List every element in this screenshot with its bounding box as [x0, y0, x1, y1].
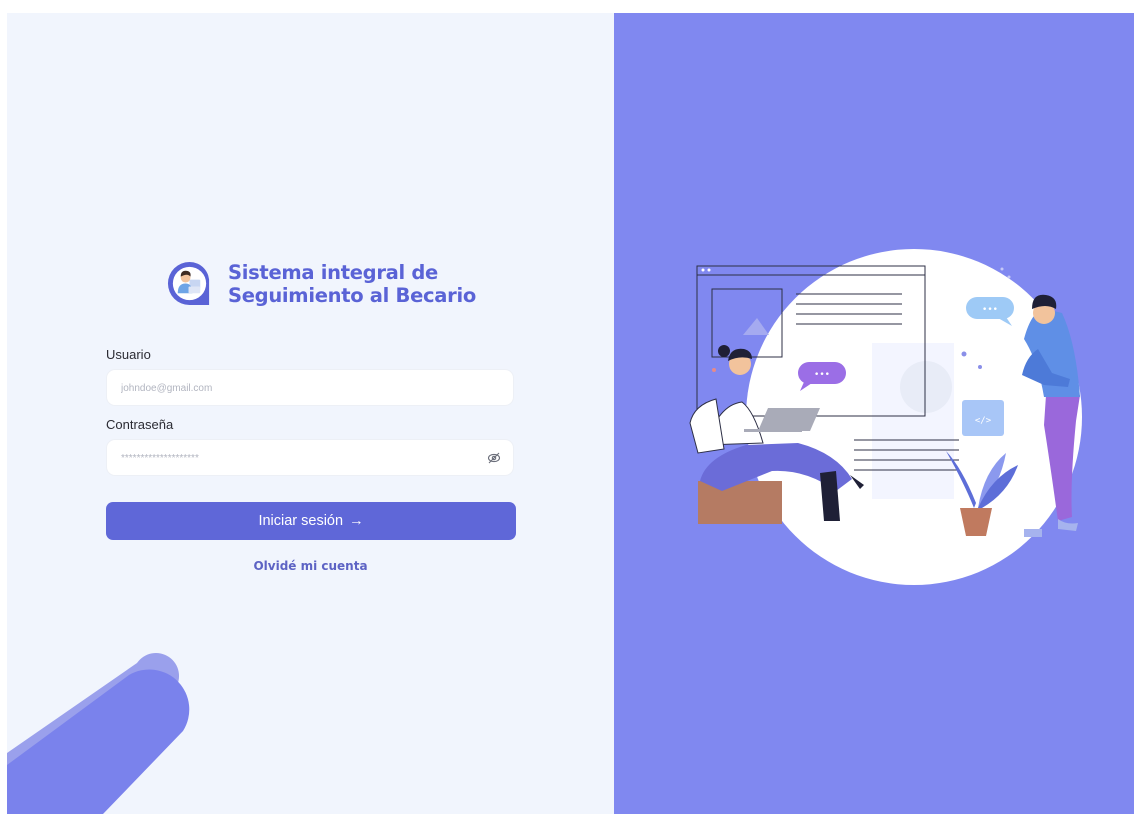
eye-slash-icon[interactable] [487, 451, 501, 465]
login-panel: Sistema integral de Seguimiento al Becar… [7, 13, 614, 814]
username-field[interactable] [106, 369, 514, 407]
brand-title-line2: Seguimiento al Becario [228, 283, 476, 307]
username-label: Usuario [106, 347, 151, 362]
arrow-right-icon: → [349, 513, 364, 529]
username-input[interactable] [119, 370, 483, 407]
password-label: Contraseña [106, 417, 174, 432]
login-button[interactable]: Iniciar sesión → [106, 502, 516, 540]
illustration-panel: </> ••• ••• [614, 13, 1134, 814]
login-screen: Sistema integral de Seguimiento al Becar… [7, 13, 1134, 814]
brand-header: Sistema integral de Seguimiento al Becar… [166, 260, 476, 307]
chat-bubble-dots: ••• [814, 370, 830, 380]
login-button-label: Iniciar sesión [258, 513, 344, 529]
password-field[interactable] [106, 439, 514, 477]
chat-bubble-dots-2: ••• [982, 305, 998, 315]
student-avatar-icon [167, 261, 210, 306]
decorative-shape [7, 652, 190, 814]
password-input[interactable] [119, 440, 483, 477]
brand-title-line1: Sistema integral de [228, 260, 438, 284]
forgot-account-link[interactable]: Olvidé mi cuenta [7, 559, 614, 573]
workspace-illustration: </> ••• ••• [689, 249, 1082, 585]
code-tag-text: </> [975, 416, 992, 426]
